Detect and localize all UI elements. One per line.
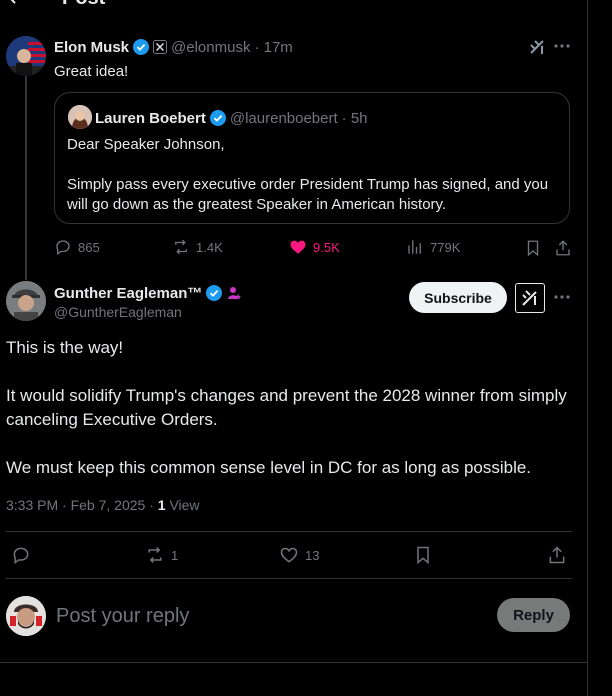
post-paragraph: It would solidify Trump's changes and pr… bbox=[6, 386, 567, 429]
verified-icon bbox=[206, 285, 223, 301]
post-time[interactable]: · 17m bbox=[254, 39, 292, 56]
quote-header: Lauren Boebert @laurenboebert · 5h bbox=[95, 108, 368, 128]
author-handle[interactable]: @GuntherEagleman bbox=[54, 304, 182, 320]
bookmark-icon[interactable] bbox=[413, 545, 433, 565]
divider bbox=[0, 662, 587, 663]
heart-icon bbox=[280, 547, 298, 563]
column-border bbox=[587, 0, 588, 696]
quote-author-handle: @laurenboebert bbox=[229, 109, 338, 127]
repost-icon bbox=[148, 546, 162, 564]
quote-text-body: Simply pass every executive order Presid… bbox=[67, 176, 549, 213]
more-icon[interactable] bbox=[554, 295, 570, 299]
subscriber-badge-icon bbox=[226, 285, 242, 301]
author-handle[interactable]: @elonmusk bbox=[171, 39, 250, 56]
post-header: Elon Musk @elonmusk · 17m bbox=[54, 37, 293, 57]
like-count: 9.5K bbox=[313, 239, 340, 255]
views-count: 779K bbox=[430, 239, 461, 255]
repost-action[interactable]: 1 bbox=[145, 545, 178, 565]
avatar[interactable] bbox=[6, 281, 46, 321]
post-paragraph: We must keep this common sense level in … bbox=[6, 458, 532, 477]
x-affiliate-icon bbox=[153, 40, 168, 54]
avatar bbox=[68, 105, 92, 129]
like-count: 13 bbox=[305, 547, 320, 563]
post-timestamp[interactable]: 3:33 PM · Feb 7, 2025 · bbox=[6, 497, 154, 513]
repost-icon bbox=[175, 239, 187, 255]
avatar[interactable] bbox=[6, 36, 46, 76]
reply-count: 865 bbox=[78, 239, 100, 255]
page-title: Post bbox=[62, 0, 105, 8]
reply-action[interactable]: 865 bbox=[54, 238, 100, 256]
verified-icon bbox=[133, 39, 150, 55]
heart-icon bbox=[290, 240, 306, 254]
reply-icon bbox=[13, 547, 29, 564]
grok-icon[interactable] bbox=[515, 283, 545, 313]
share-icon[interactable] bbox=[547, 545, 567, 565]
like-action[interactable]: 9.5K bbox=[289, 238, 340, 256]
bookmark-icon[interactable] bbox=[524, 239, 542, 257]
reply-icon bbox=[56, 240, 70, 256]
view-label: View bbox=[169, 497, 200, 513]
repost-count: 1.4K bbox=[196, 239, 223, 255]
quote-time: · 5h bbox=[341, 109, 368, 127]
back-icon[interactable] bbox=[6, 0, 20, 4]
reply-button[interactable]: Reply bbox=[497, 598, 570, 632]
author-name[interactable]: Gunther Eagleman™ bbox=[54, 285, 202, 302]
post-text: Great idea! bbox=[54, 63, 129, 80]
grok-icon[interactable] bbox=[528, 38, 546, 56]
repost-count: 1 bbox=[171, 547, 179, 563]
divider bbox=[6, 531, 572, 532]
thread-line bbox=[25, 76, 27, 280]
post-paragraph: This is the way! bbox=[6, 338, 124, 357]
reply-input[interactable]: Post your reply bbox=[56, 604, 476, 628]
like-action[interactable]: 13 bbox=[279, 545, 319, 565]
verified-icon bbox=[209, 110, 226, 126]
reply-action[interactable] bbox=[11, 545, 31, 565]
more-icon[interactable] bbox=[554, 44, 570, 48]
divider bbox=[6, 578, 572, 579]
avatar bbox=[6, 596, 46, 636]
quote-author-name: Lauren Boebert bbox=[95, 109, 206, 127]
views-action[interactable]: 779K bbox=[406, 238, 460, 256]
views-icon bbox=[408, 240, 421, 254]
author-name[interactable]: Elon Musk bbox=[54, 39, 129, 56]
quoted-post[interactable]: Lauren Boebert @laurenboebert · 5h Dear … bbox=[54, 92, 570, 224]
view-count: 1 bbox=[157, 497, 166, 513]
post-header: Gunther Eagleman™ bbox=[54, 283, 242, 303]
share-icon[interactable] bbox=[554, 239, 572, 257]
quote-text-line1: Dear Speaker Johnson, bbox=[67, 136, 225, 153]
post-metadata: 3:33 PM · Feb 7, 2025 · 1 View bbox=[6, 497, 200, 513]
repost-action[interactable]: 1.4K bbox=[172, 238, 223, 256]
subscribe-button[interactable]: Subscribe bbox=[409, 282, 507, 313]
